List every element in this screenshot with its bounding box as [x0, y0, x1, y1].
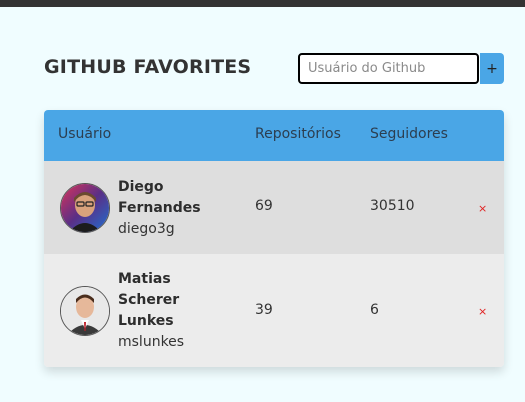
repositories-count: 69	[255, 198, 273, 214]
user-name: Matias Scherer Lunkes	[118, 271, 180, 329]
column-header-followers: Seguidores	[370, 126, 448, 142]
column-header-repositories: Repositórios	[255, 126, 341, 142]
table-row: Diego Fernandes diego3g 69 30510 ×	[44, 161, 504, 254]
followers-count: 6	[370, 302, 379, 318]
remove-user-icon[interactable]: ×	[478, 306, 487, 317]
table-header: Usuário Repositórios Seguidores	[44, 110, 504, 161]
user-name: Diego Fernandes	[118, 179, 201, 216]
user-info: Diego Fernandes diego3g	[118, 177, 214, 240]
page-title: GITHUB FAVORITES	[44, 56, 252, 78]
github-user-search-input[interactable]	[298, 53, 479, 84]
remove-user-icon[interactable]: ×	[478, 203, 487, 214]
user-login: mslunkes	[118, 334, 185, 350]
followers-count: 30510	[370, 198, 415, 214]
user-info: Matias Scherer Lunkes mslunkes	[118, 269, 214, 353]
avatar	[60, 286, 110, 336]
repositories-count: 39	[255, 302, 273, 318]
user-login: diego3g	[118, 221, 175, 237]
column-header-user: Usuário	[58, 126, 112, 142]
avatar	[60, 183, 110, 233]
add-user-button[interactable]: +	[480, 53, 504, 84]
top-bar	[0, 0, 525, 7]
favorites-table: Usuário Repositórios Seguidores Diego Fe…	[44, 110, 504, 367]
table-row: Matias Scherer Lunkes mslunkes 39 6 ×	[44, 254, 504, 367]
